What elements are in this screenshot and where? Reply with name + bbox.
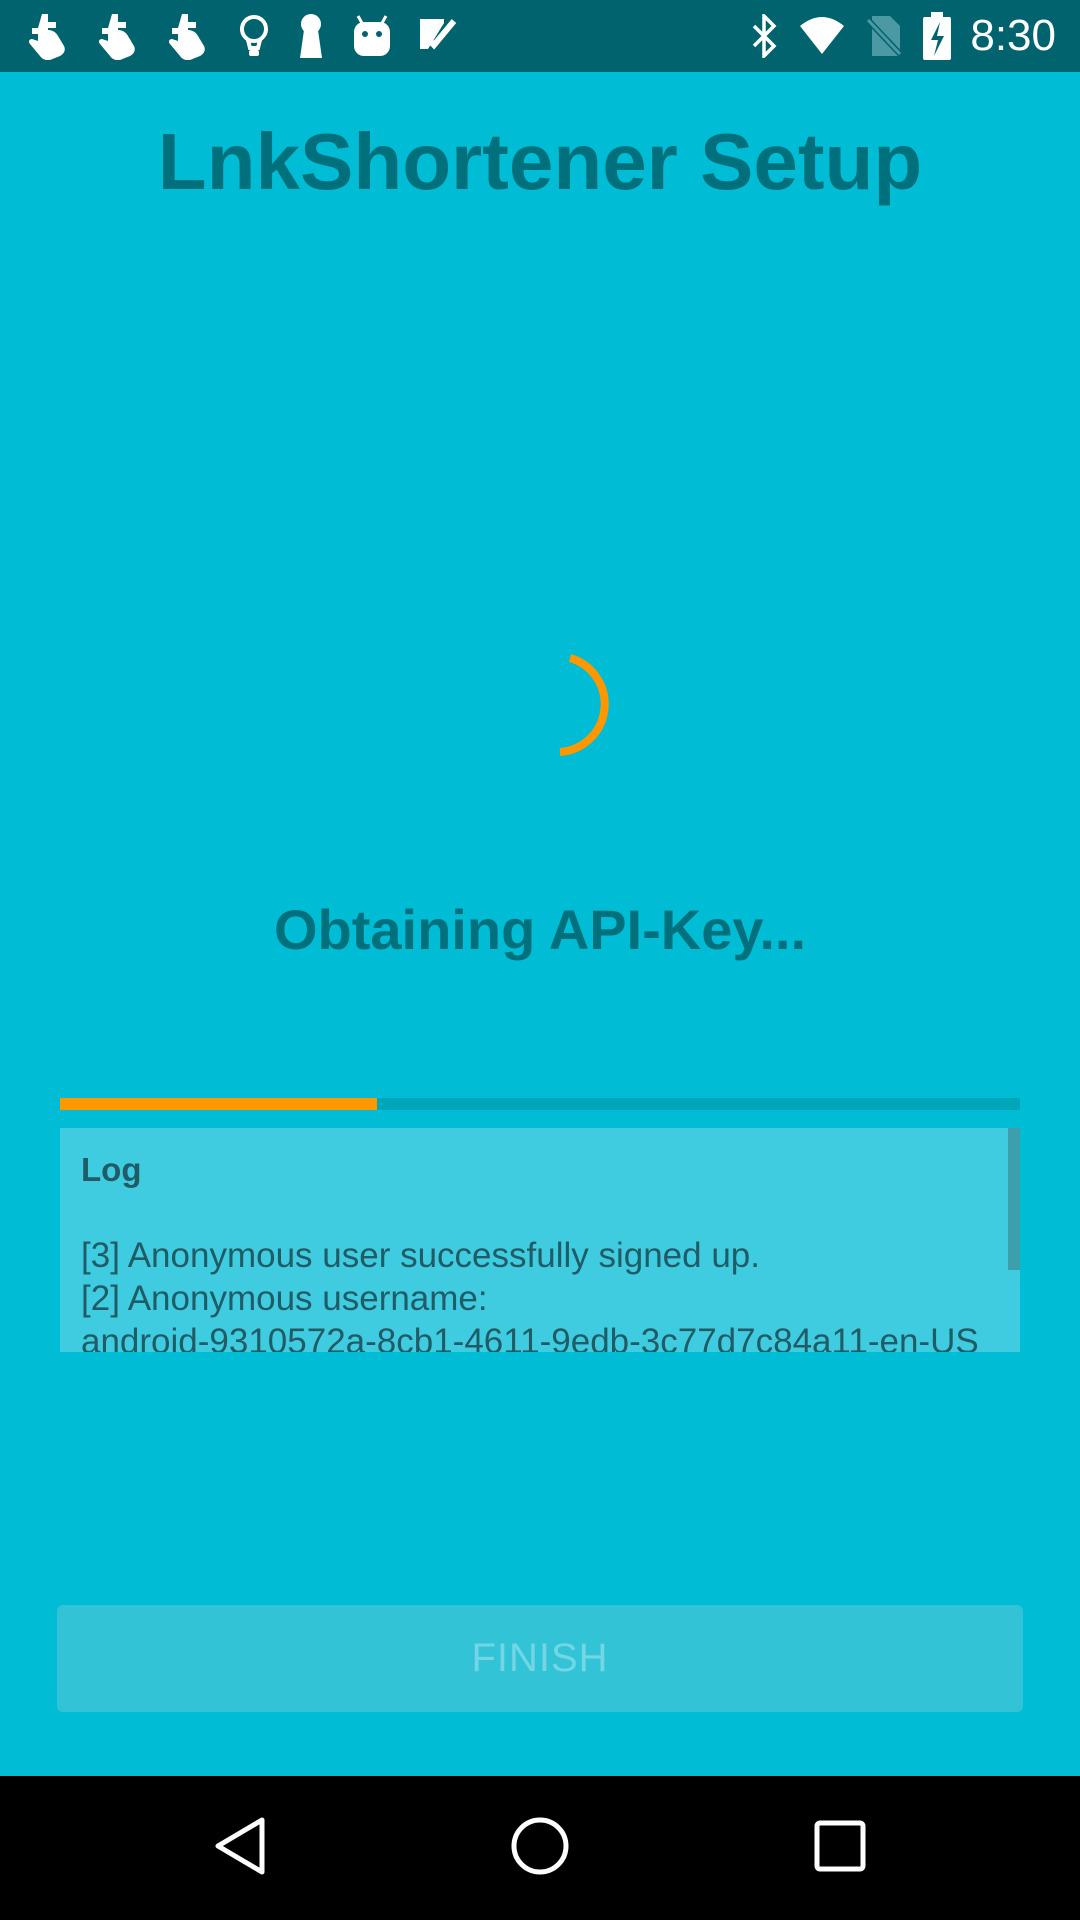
log-line: [3] Anonymous user successfully signed u… bbox=[81, 1236, 760, 1275]
notification-icons bbox=[28, 12, 484, 60]
status-text: Obtaining API-Key... bbox=[273, 898, 807, 961]
page-title: LnkShortener Setup bbox=[157, 117, 923, 206]
log-panel[interactable]: Log [3] Anonymous user successfully sign… bbox=[60, 1128, 1020, 1352]
home-icon bbox=[510, 1816, 570, 1880]
progress-fill bbox=[60, 1098, 377, 1110]
log-line: [2] Anonymous username: bbox=[81, 1279, 488, 1318]
keyhole-icon bbox=[296, 12, 326, 60]
battery-charging-icon bbox=[922, 12, 952, 60]
log-line: android-9310572a-8cb1-4611-9edb-3c77d7c8… bbox=[81, 1322, 979, 1352]
gesture-icon bbox=[168, 12, 212, 60]
gesture-icon bbox=[28, 12, 72, 60]
gesture-icon bbox=[98, 12, 142, 60]
home-button[interactable] bbox=[460, 1776, 620, 1920]
status-bar: 8:30 bbox=[0, 0, 1080, 72]
finish-button[interactable]: FINISH bbox=[57, 1605, 1023, 1712]
log-title: Log bbox=[81, 1151, 142, 1188]
clock: 8:30 bbox=[970, 11, 1056, 60]
progress-bar bbox=[60, 1098, 1020, 1110]
navigation-bar bbox=[0, 1776, 1080, 1920]
back-icon bbox=[212, 1816, 268, 1880]
lightbulb-icon bbox=[238, 14, 270, 58]
android-icon bbox=[352, 14, 392, 58]
bluetooth-icon bbox=[750, 14, 780, 58]
checklist-icon bbox=[418, 15, 458, 57]
system-icons: 8:30 bbox=[732, 0, 1056, 72]
log-scrollbar[interactable] bbox=[1008, 1128, 1020, 1270]
recents-icon bbox=[814, 1820, 866, 1876]
no-sim-icon bbox=[864, 14, 905, 58]
recents-button[interactable] bbox=[760, 1776, 920, 1920]
wifi-icon bbox=[798, 16, 846, 56]
loading-spinner bbox=[490, 640, 610, 764]
back-button[interactable] bbox=[160, 1776, 320, 1920]
